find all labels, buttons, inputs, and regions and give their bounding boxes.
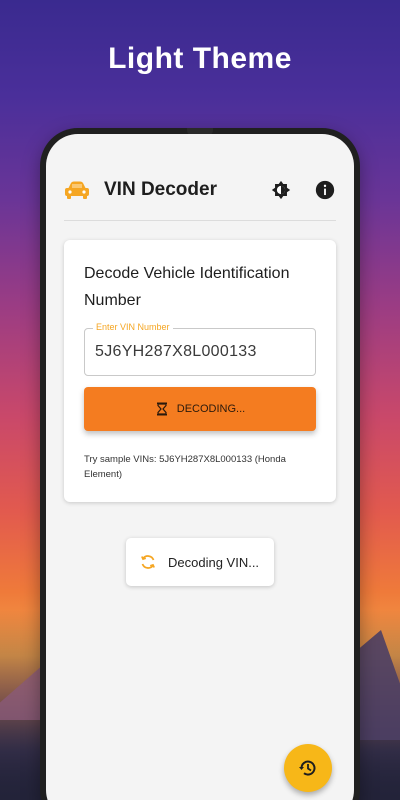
card-title: Decode Vehicle Identification Number (84, 265, 290, 309)
app-screen: VIN Decoder Decode Vehicle Identificatio… (46, 134, 354, 800)
vin-input-label: Enter VIN Number (93, 322, 173, 332)
car-icon (65, 181, 89, 199)
history-button[interactable] (284, 744, 332, 792)
app-bar: VIN Decoder (64, 170, 336, 210)
appbar-divider (64, 220, 336, 221)
info-icon[interactable] (314, 179, 336, 201)
phone-frame: VIN Decoder Decode Vehicle Identificatio… (40, 128, 360, 800)
brightness-icon[interactable] (270, 179, 292, 201)
decoding-status: Decoding VIN... (126, 538, 274, 586)
decode-button-label: DECODING... (176, 403, 246, 415)
promo-headline: Light Theme (108, 42, 292, 75)
hourglass-icon (156, 402, 167, 416)
vin-input-value[interactable]: 5J6YH287X8L000133 (95, 343, 257, 361)
history-icon (299, 760, 316, 776)
status-text: Decoding VIN... (168, 554, 260, 570)
sample-vins-text: Try sample VINs: 5J6YH287X8L000133 (Hond… (84, 454, 286, 480)
decode-card: Decode Vehicle Identification Number Ent… (64, 240, 336, 502)
vin-input[interactable]: Enter VIN Number 5J6YH287X8L000133 (84, 322, 316, 376)
app-title: VIN Decoder (104, 179, 217, 200)
sync-icon (141, 555, 155, 569)
decode-button[interactable]: DECODING... (84, 387, 316, 431)
